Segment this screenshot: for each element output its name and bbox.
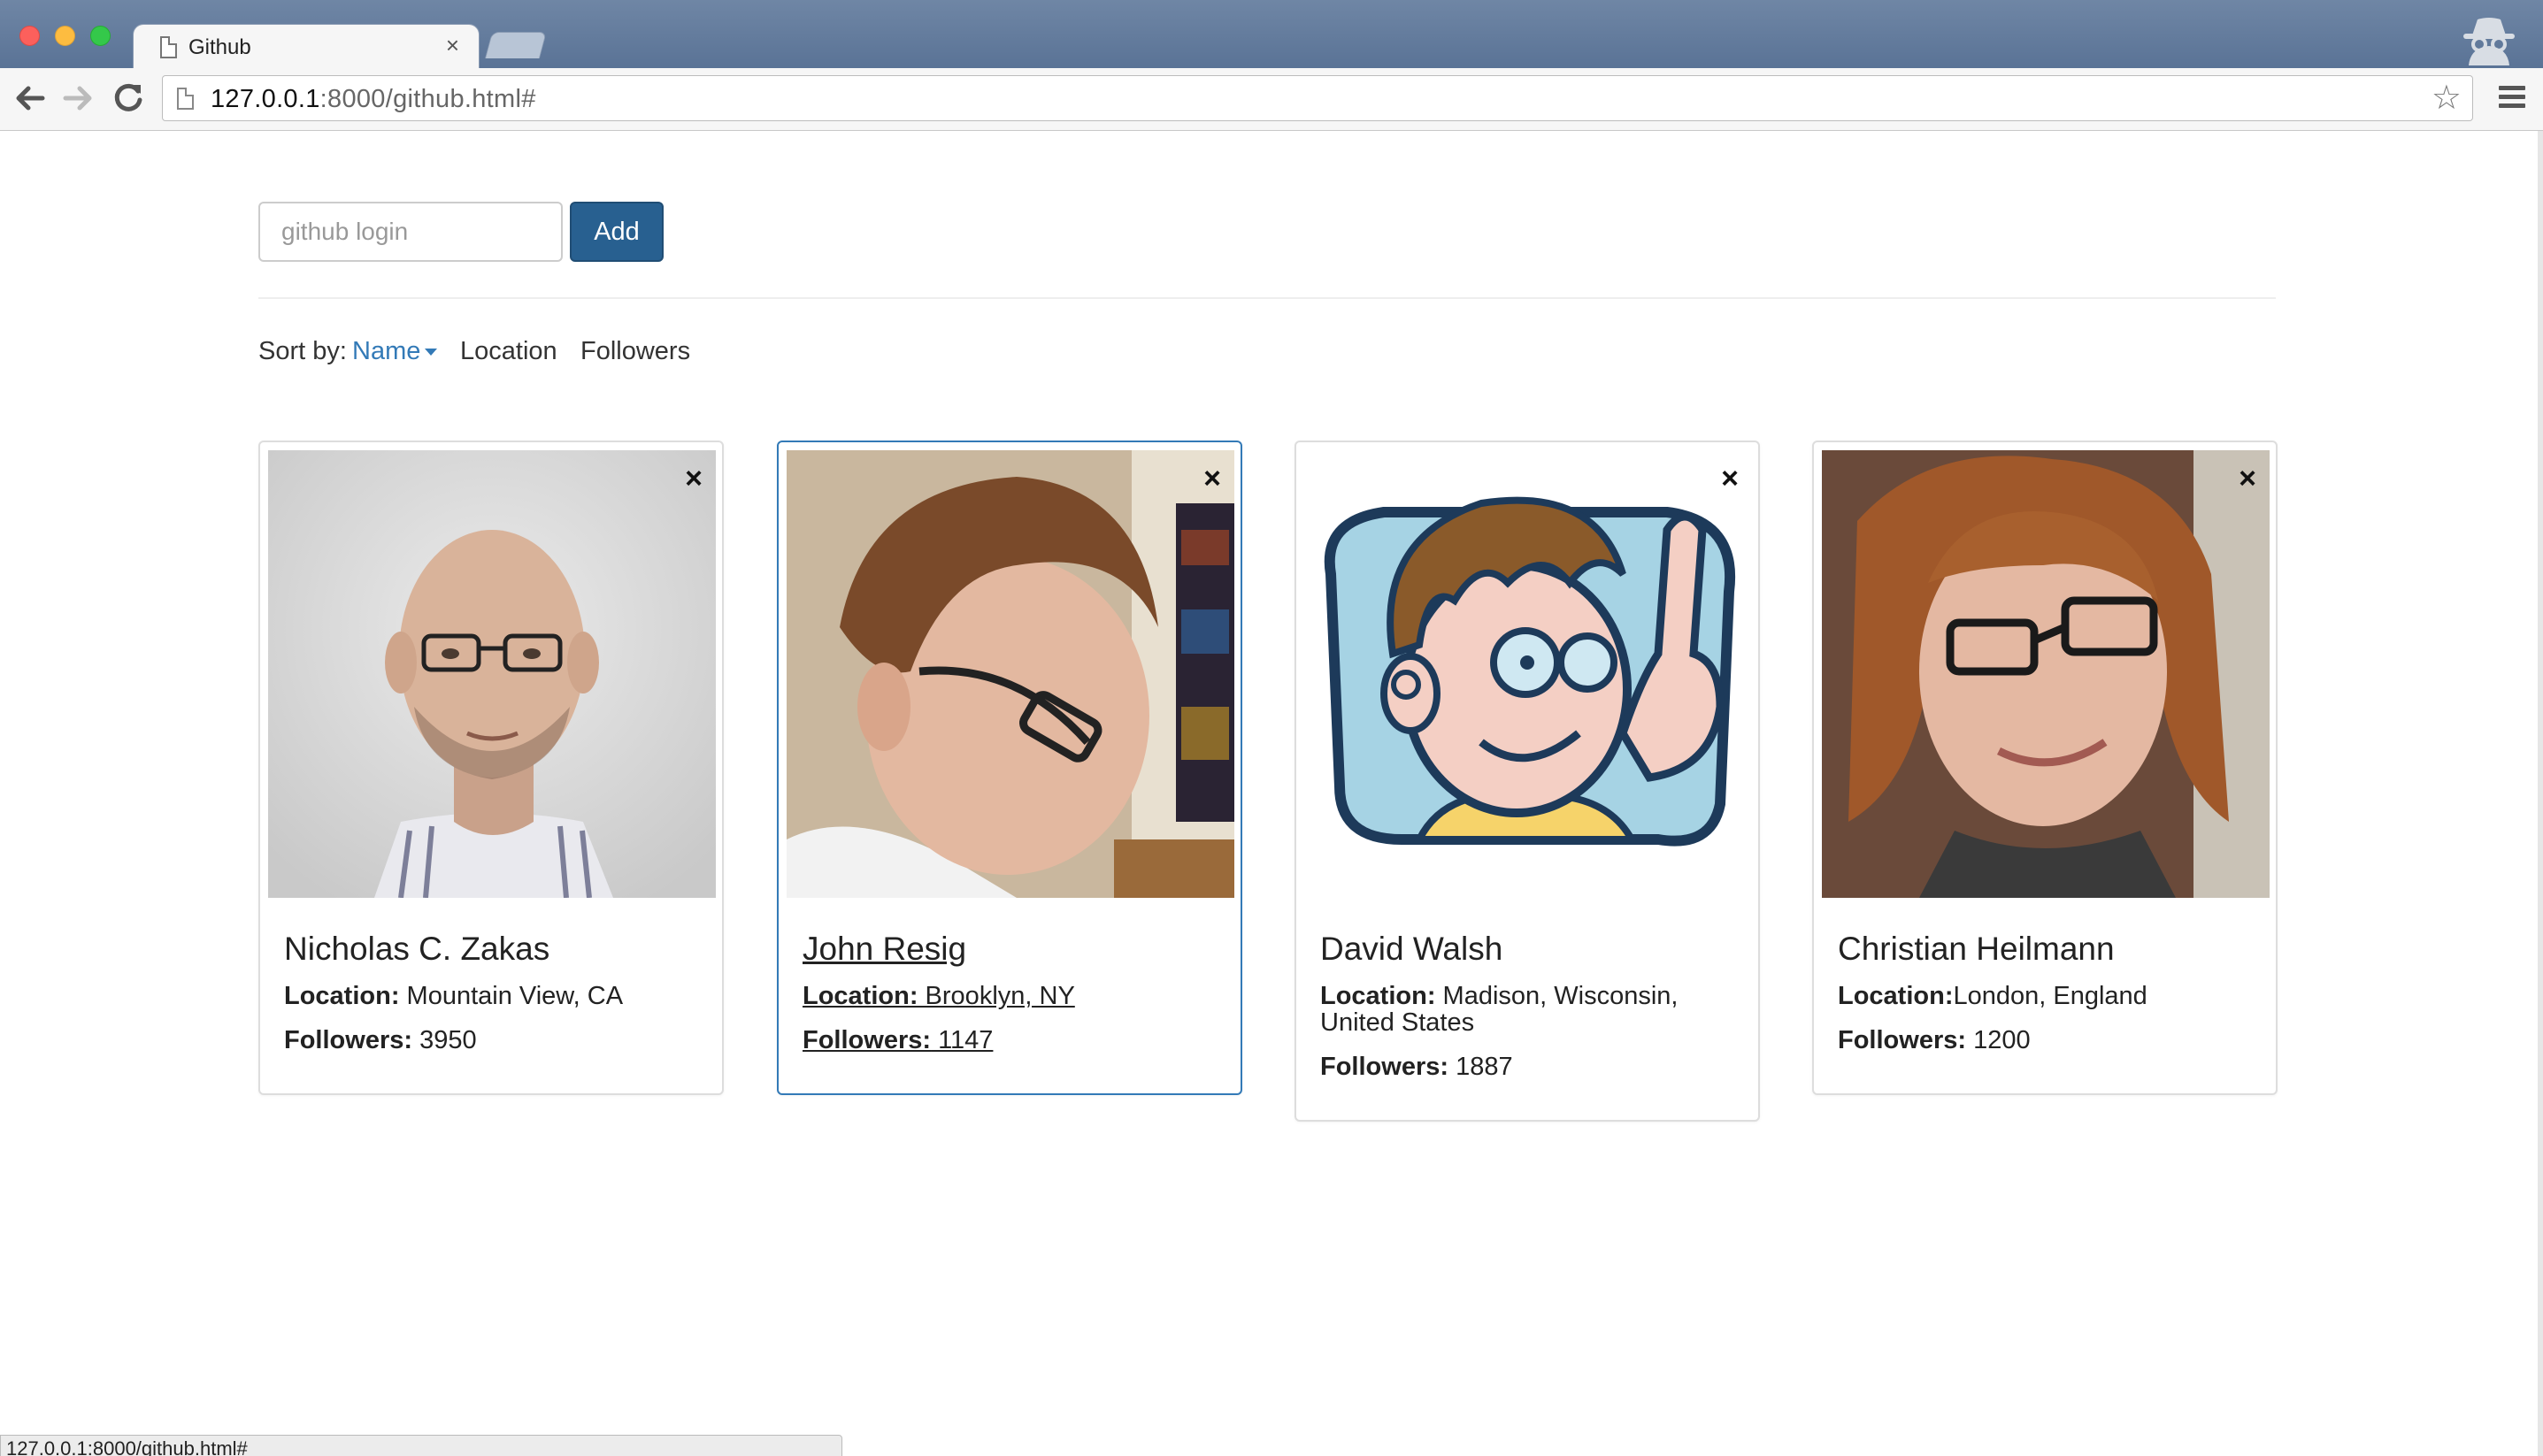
minimize-window-button[interactable]	[55, 26, 75, 46]
tab-close-icon[interactable]: ×	[446, 34, 459, 57]
remove-card-icon[interactable]: ×	[1721, 464, 1739, 494]
browser-menu-icon[interactable]	[2499, 86, 2525, 112]
location-label: Location:	[1838, 982, 1954, 1010]
divider	[258, 297, 2276, 299]
add-button[interactable]: Add	[570, 202, 664, 262]
location-label: Location:	[803, 982, 918, 1010]
status-url-bubble: 127.0.0.1:8000/github.html#	[0, 1435, 842, 1456]
followers-value: 1887	[1448, 1053, 1513, 1081]
user-avatar	[787, 450, 1234, 898]
user-followers: Followers: 1147	[803, 1027, 1227, 1054]
sort-option-name[interactable]: Name	[352, 337, 437, 366]
remove-card-icon[interactable]: ×	[1203, 464, 1221, 494]
page-icon	[160, 36, 177, 58]
location-value: London, England	[1953, 982, 2147, 1010]
location-label: Location:	[1320, 982, 1436, 1010]
user-location: Location: Mountain View, CA	[284, 983, 709, 1009]
user-avatar	[268, 450, 716, 898]
address-bar[interactable]: 127.0.0.1:8000/github.html# ☆	[162, 75, 2473, 121]
user-location: Location: Madison, Wisconsin, United Sta…	[1320, 983, 1745, 1036]
followers-value: 1200	[1966, 1026, 2031, 1054]
user-card[interactable]: × Christian Heilmann Location:London, En…	[1812, 441, 2278, 1095]
remove-card-icon[interactable]: ×	[2239, 464, 2256, 494]
back-arrow-icon[interactable]	[12, 80, 48, 116]
url-host: 127.0.0.1	[211, 85, 320, 113]
scrollbar[interactable]	[2538, 131, 2543, 1456]
user-card[interactable]: × David Walsh Location: Madison, Wiscons…	[1295, 441, 1760, 1122]
browser-toolbar: 127.0.0.1:8000/github.html# ☆	[0, 68, 2543, 131]
location-value: Brooklyn, NY	[918, 982, 1075, 1010]
forward-arrow-icon[interactable]	[60, 80, 96, 116]
incognito-icon	[2463, 18, 2515, 65]
user-avatar	[1822, 450, 2270, 898]
user-card[interactable]: × John Resig Location: Brooklyn, NY Foll…	[777, 441, 1242, 1095]
close-window-button[interactable]	[19, 26, 40, 46]
location-value: Mountain View, CA	[399, 982, 624, 1010]
url-text[interactable]: 127.0.0.1:8000/github.html#	[211, 85, 536, 114]
url-path: :8000/github.html#	[319, 85, 536, 113]
user-location: Location: Brooklyn, NY	[803, 983, 1227, 1009]
user-followers: Followers: 3950	[284, 1027, 709, 1054]
followers-label: Followers:	[1320, 1053, 1449, 1081]
sort-label: Sort by:	[258, 337, 347, 365]
tab-title: Github	[188, 35, 251, 59]
user-name: Nicholas C. Zakas	[284, 931, 550, 967]
browser-tab[interactable]: Github ×	[133, 24, 480, 70]
new-tab-button[interactable]	[484, 32, 548, 58]
followers-label: Followers:	[803, 1026, 932, 1054]
reload-icon[interactable]	[111, 80, 146, 116]
user-followers: Followers: 1887	[1320, 1054, 1745, 1080]
user-name: David Walsh	[1320, 931, 1503, 967]
location-label: Location:	[284, 982, 400, 1010]
followers-value: 3950	[412, 1026, 477, 1054]
github-login-input[interactable]	[258, 202, 563, 262]
zoom-window-button[interactable]	[90, 26, 111, 46]
user-name: Christian Heilmann	[1838, 931, 2115, 967]
user-followers: Followers: 1200	[1838, 1027, 2263, 1054]
bookmark-star-icon[interactable]: ☆	[2432, 81, 2462, 115]
page-icon	[177, 88, 194, 110]
user-location: Location:London, England	[1838, 983, 2263, 1009]
user-card[interactable]: × Nicholas C. Zakas Location: Mountain V…	[258, 441, 724, 1095]
user-avatar	[1304, 450, 1752, 898]
user-name: John Resig	[803, 931, 967, 967]
sort-option-followers[interactable]: Followers	[580, 337, 690, 366]
followers-label: Followers:	[284, 1026, 413, 1054]
followers-value: 1147	[931, 1026, 994, 1054]
browser-titlebar: Github ×	[0, 0, 2543, 70]
followers-label: Followers:	[1838, 1026, 1967, 1054]
sort-option-location[interactable]: Location	[460, 337, 557, 366]
remove-card-icon[interactable]: ×	[685, 464, 703, 494]
